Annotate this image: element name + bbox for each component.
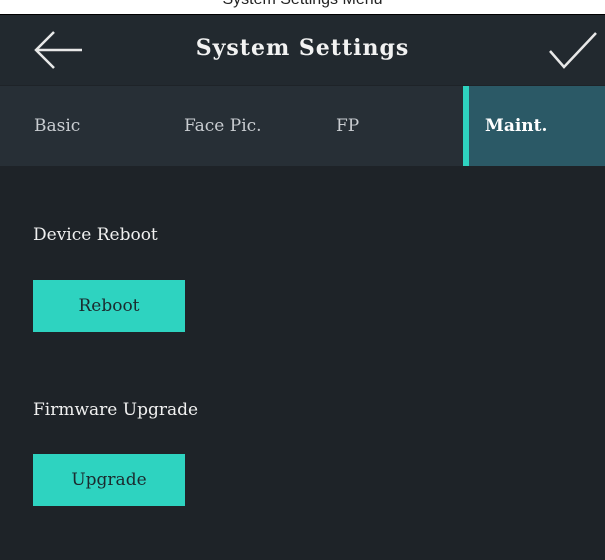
page-title: System Settings	[195, 35, 410, 61]
tab-label: Maint.	[485, 116, 548, 136]
tab-label: Face Pic.	[184, 116, 262, 136]
firmware-upgrade-label: Firmware Upgrade	[33, 400, 199, 420]
header-bar: System Settings	[0, 15, 605, 85]
tab-fp[interactable]: FP	[336, 86, 359, 166]
caption-text: System Settings Menu	[0, 0, 605, 9]
active-tab-indicator	[463, 86, 469, 166]
tab-basic[interactable]: Basic	[34, 86, 80, 166]
tab-bar: Basic Face Pic. FP Maint.	[0, 86, 605, 166]
tab-label: FP	[336, 116, 360, 136]
checkmark-icon	[549, 32, 597, 69]
confirm-button[interactable]	[544, 27, 600, 73]
tab-maint[interactable]: Maint.	[463, 86, 605, 166]
tab-label: Basic	[34, 116, 81, 136]
screenshot-caption: System Settings Menu	[0, 0, 605, 14]
device-reboot-label: Device Reboot	[33, 225, 158, 245]
upgrade-button[interactable]: Upgrade	[33, 454, 185, 506]
reboot-button[interactable]: Reboot	[33, 280, 185, 332]
tab-face-pic[interactable]: Face Pic.	[184, 86, 262, 166]
settings-screen: System Settings Basic Face Pic. FP Maint…	[0, 15, 605, 560]
